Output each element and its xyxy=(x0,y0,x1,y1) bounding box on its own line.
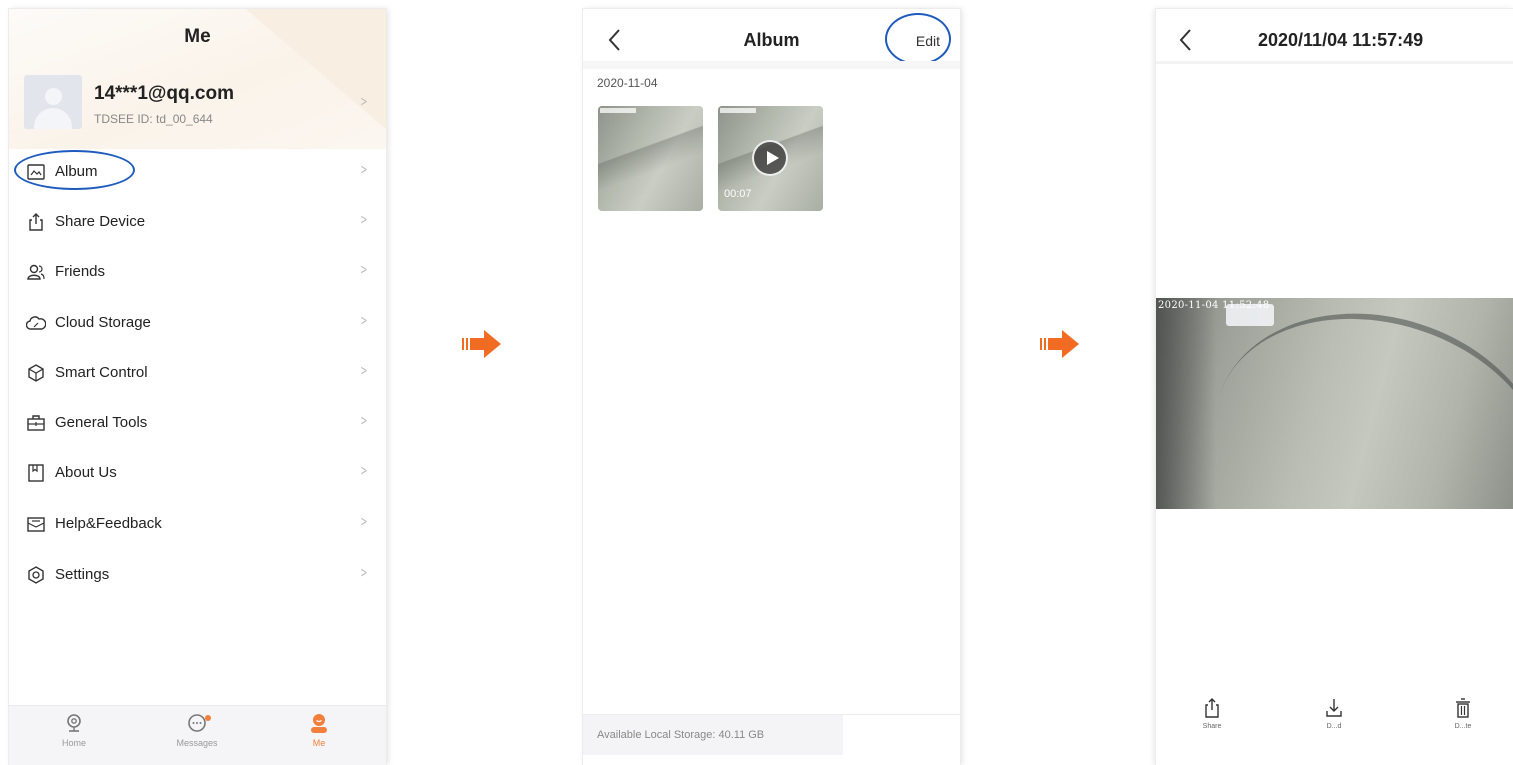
menu-item-label: General Tools xyxy=(55,414,148,431)
menu-item-label: About Us xyxy=(55,464,117,481)
menu-item-label: Friends xyxy=(55,263,106,280)
action-label: Share xyxy=(1202,723,1222,730)
menu-item-label: Smart Control xyxy=(55,364,148,381)
menu-item-label: Help&Feedback xyxy=(55,515,162,532)
video-player[interactable]: 2020-11-04 11:52:48 xyxy=(1156,298,1513,509)
me-screen: Me 14***1@qq.com TDSEE ID: td_00_644 > A… xyxy=(9,9,386,765)
cube-icon xyxy=(28,364,44,382)
user-id: TDSEE ID: td_00_644 xyxy=(94,112,213,126)
highlight-oval xyxy=(885,13,951,65)
download-button[interactable]: D...d xyxy=(1304,697,1364,730)
menu-item-settings[interactable]: Settings > xyxy=(9,550,386,600)
mail-icon xyxy=(27,517,45,532)
arrow-right-icon xyxy=(462,330,501,358)
menu-item-label: Share Device xyxy=(55,213,146,230)
trash-icon xyxy=(1456,698,1470,718)
menu-item-label: Cloud Storage xyxy=(55,314,151,331)
storage-text: Available Local Storage: 40.11 GB xyxy=(597,729,765,741)
chevron-right-icon: > xyxy=(360,413,368,429)
menu-item-share-device[interactable]: Share Device > xyxy=(9,197,386,247)
tab-label: Messages xyxy=(176,738,218,748)
delete-button[interactable]: D...te xyxy=(1433,697,1493,730)
chevron-right-icon: > xyxy=(360,313,368,329)
download-icon xyxy=(1326,699,1342,717)
chevron-right-icon: > xyxy=(360,262,368,278)
album-screen: Album Edit 2020-11-04 00:07 Available Lo… xyxy=(583,9,960,765)
gear-icon xyxy=(28,566,44,584)
tab-home[interactable]: Home xyxy=(34,712,114,748)
menu-item-about-us[interactable]: About Us > xyxy=(9,448,386,498)
tab-messages[interactable]: Messages xyxy=(157,712,237,748)
video-duration: 00:07 xyxy=(724,188,752,200)
cloud-icon xyxy=(26,316,46,330)
video-timestamp-overlay: 2020-11-04 11:52:48 xyxy=(1158,300,1270,311)
menu-item-smart-control[interactable]: Smart Control > xyxy=(9,348,386,398)
chevron-right-icon: > xyxy=(360,363,368,379)
back-arrow-icon[interactable] xyxy=(1176,27,1196,53)
chevron-right-icon: > xyxy=(360,463,368,479)
action-label: D...d xyxy=(1326,723,1342,730)
tab-me[interactable]: Me xyxy=(279,712,359,748)
chevron-right-icon: > xyxy=(360,212,368,228)
chevron-right-icon: > xyxy=(360,565,368,581)
unread-badge xyxy=(205,715,211,721)
tab-bar: Home Messages Me xyxy=(9,705,386,765)
tab-label: Me xyxy=(312,738,326,748)
page-title: 2020/11/04 11:57:49 xyxy=(1258,30,1424,50)
menu-item-friends[interactable]: Friends > xyxy=(9,247,386,297)
tab-label: Home xyxy=(61,738,86,748)
share-icon xyxy=(1205,698,1219,718)
share-icon xyxy=(29,213,43,231)
bookmark-icon xyxy=(28,464,44,482)
chevron-right-icon: > xyxy=(360,514,368,530)
share-button[interactable]: Share xyxy=(1182,697,1242,730)
chevron-right-icon: > xyxy=(360,162,368,178)
menu-item-cloud-storage[interactable]: Cloud Storage > xyxy=(9,298,386,348)
storage-info: Available Local Storage: 40.11 GB xyxy=(583,715,843,755)
play-icon[interactable] xyxy=(752,140,788,176)
action-label: D...te xyxy=(1454,723,1472,730)
divider xyxy=(1156,61,1513,64)
toolbox-icon xyxy=(27,415,45,431)
video-thumbnail[interactable]: 00:07 xyxy=(718,106,823,211)
highlight-oval xyxy=(14,150,135,190)
chevron-right-icon: > xyxy=(360,94,368,110)
avatar[interactable] xyxy=(24,75,82,129)
menu-item-label: Settings xyxy=(55,566,110,583)
media-viewer-screen: 2020/11/04 11:57:49 2020-11-04 11:52:48 … xyxy=(1156,9,1513,765)
user-email: 14***1@qq.com xyxy=(94,83,234,104)
photo-thumbnail[interactable] xyxy=(598,106,703,211)
divider xyxy=(583,61,960,69)
person-icon xyxy=(311,714,327,733)
arrow-right-icon xyxy=(1040,330,1079,358)
friends-icon xyxy=(27,264,45,280)
menu-item-help-feedback[interactable]: Help&Feedback > xyxy=(9,499,386,549)
page-title: Me xyxy=(184,26,211,47)
date-group-label: 2020-11-04 xyxy=(597,76,658,90)
camera-icon xyxy=(67,714,81,732)
menu-item-general-tools[interactable]: General Tools > xyxy=(9,398,386,448)
